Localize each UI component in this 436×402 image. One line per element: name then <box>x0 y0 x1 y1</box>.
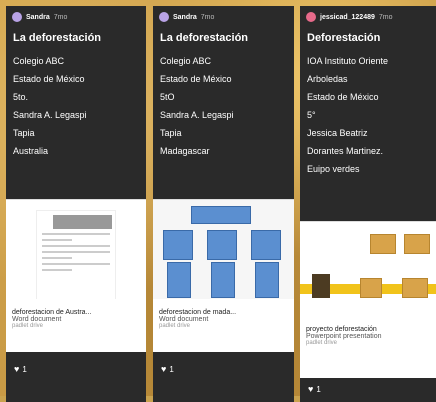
attachment-preview[interactable] <box>153 199 294 300</box>
author-name[interactable]: Sandra <box>173 14 197 21</box>
post-header: Sandra 7mo <box>6 6 146 28</box>
file-source: padlet drive <box>306 340 338 346</box>
slide-image <box>370 234 396 254</box>
attachment-meta[interactable]: proyecto deforestación Powerpoint presen… <box>300 316 436 382</box>
body-line: Colegio ABC <box>160 56 212 66</box>
file-name[interactable]: proyecto deforestación <box>306 326 430 333</box>
post-card-1[interactable]: Sandra 7mo La deforestación Colegio ABC … <box>6 6 146 402</box>
body-line: Tapia <box>160 128 182 138</box>
heart-icon[interactable]: ♥ <box>308 384 313 394</box>
diagram-node <box>251 230 281 260</box>
slide-image <box>312 274 330 298</box>
post-title: Deforestación <box>307 32 381 44</box>
body-line: 5to. <box>13 92 29 102</box>
body-line: Estado de México <box>13 74 85 84</box>
post-time: 7mo <box>378 13 393 21</box>
file-name[interactable]: deforestacion de mada... <box>159 309 288 316</box>
post-card-3[interactable]: jessicad_122489 7mo Deforestación IOA In… <box>300 6 436 402</box>
avatar[interactable] <box>12 12 22 22</box>
post-body: Colegio ABC Estado de México 5to. Sandra… <box>6 52 146 160</box>
author-name[interactable]: Sandra <box>26 14 50 21</box>
body-line: Estado de México <box>160 74 232 84</box>
file-source: padlet drive <box>159 323 191 329</box>
slide-image <box>402 278 428 298</box>
post-footer: ♥ 1 <box>153 358 294 380</box>
post-title: La deforestación <box>160 32 249 44</box>
body-line: Sandra A. Legaspi <box>160 110 234 120</box>
body-line: Arboledas <box>307 74 348 84</box>
like-count: 1 <box>316 384 321 394</box>
heart-icon[interactable]: ♥ <box>161 364 166 374</box>
file-name[interactable]: deforestacion de Austra... <box>12 309 140 316</box>
body-line: Euipo verdes <box>307 164 360 174</box>
file-type: Word document <box>159 316 209 323</box>
body-line: Australia <box>13 146 49 156</box>
post-body: IOA Instituto Oriente Arboledas Estado d… <box>300 52 436 178</box>
diagram-node <box>211 262 235 298</box>
post-header: jessicad_122489 7mo <box>300 6 436 28</box>
attachment-preview[interactable] <box>6 199 146 302</box>
diagram-node <box>207 230 237 260</box>
post-title: La deforestación <box>13 32 102 44</box>
post-footer: ♥ 1 <box>6 358 146 380</box>
body-line: Madagascar <box>160 146 210 156</box>
attachment-meta[interactable]: deforestacion de Austra... Word document… <box>6 299 146 352</box>
like-count: 1 <box>22 364 27 374</box>
post-time: 7mo <box>53 13 68 21</box>
body-line: Sandra A. Legaspi <box>13 110 87 120</box>
like-count: 1 <box>169 364 174 374</box>
slide-image <box>404 234 430 254</box>
body-line: IOA Instituto Oriente <box>307 56 389 66</box>
document-thumbnail <box>36 210 116 302</box>
attachment-meta[interactable]: deforestacion de mada... Word document p… <box>153 299 294 352</box>
post-body: Colegio ABC Estado de México 5tO Sandra … <box>153 52 294 160</box>
post-time: 7mo <box>200 13 215 21</box>
body-line: 5tO <box>160 92 175 102</box>
body-line: Dorantes Martinez. <box>307 146 384 156</box>
heart-icon[interactable]: ♥ <box>14 364 19 374</box>
file-type: Powerpoint presentation <box>306 333 382 340</box>
diagram-node <box>167 262 191 298</box>
file-source: padlet drive <box>12 323 44 329</box>
post-card-2[interactable]: Sandra 7mo La deforestación Colegio ABC … <box>153 6 294 402</box>
slide-image <box>360 278 382 298</box>
file-type: Word document <box>12 316 62 323</box>
diagram-node <box>163 230 193 260</box>
body-line: Tapia <box>13 128 35 138</box>
post-footer: ♥ 1 <box>300 378 436 400</box>
avatar[interactable] <box>306 12 316 22</box>
body-line: Colegio ABC <box>13 56 65 66</box>
body-line: Jessica Beatriz <box>307 128 368 138</box>
post-header: Sandra 7mo <box>153 6 294 28</box>
diagram-node <box>255 262 279 298</box>
body-line: 5° <box>307 110 316 120</box>
author-name[interactable]: jessicad_122489 <box>320 14 375 21</box>
attachment-preview[interactable] <box>300 221 436 317</box>
avatar[interactable] <box>159 12 169 22</box>
diagram-node <box>191 206 251 224</box>
body-line: Estado de México <box>307 92 379 102</box>
